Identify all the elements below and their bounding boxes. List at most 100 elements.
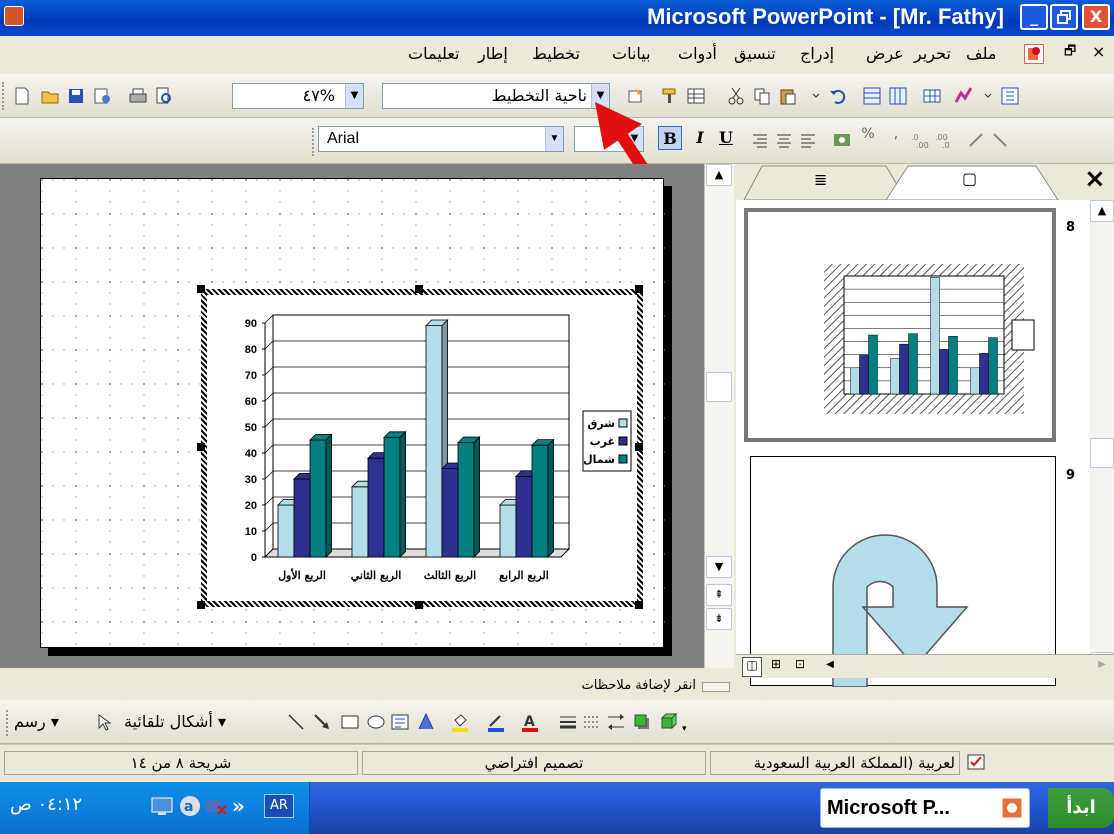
align-left-icon[interactable] [798, 130, 818, 150]
chevron-down-icon[interactable] [806, 86, 826, 106]
paste-icon[interactable] [778, 86, 798, 106]
align-right-icon[interactable] [750, 130, 770, 150]
show-hidden-icons[interactable]: » [232, 794, 245, 818]
menu-file[interactable]: ملف [966, 44, 996, 63]
angle-clockwise-icon[interactable] [990, 130, 1010, 150]
open-folder-icon[interactable] [40, 86, 60, 106]
menu-format[interactable]: تنسيق [734, 44, 776, 63]
underline-button[interactable]: U [714, 126, 738, 150]
select-objects-icon[interactable] [94, 712, 114, 732]
scroll-up-icon[interactable]: ▲ [1090, 200, 1114, 222]
scroll-thumb[interactable] [706, 372, 732, 402]
oval-tool-icon[interactable] [366, 712, 386, 732]
dash-style-icon[interactable] [582, 712, 602, 732]
increase-decimal-icon[interactable]: .0.00 [910, 130, 930, 150]
permission-icon[interactable] [92, 86, 112, 106]
notes-placeholder[interactable]: انقر لإضافة ملاحظات [582, 678, 696, 693]
currency-style-icon[interactable] [832, 130, 852, 150]
resize-handle[interactable] [415, 285, 423, 293]
toolbar-options-icon[interactable]: ▾ [682, 724, 690, 738]
resize-handle[interactable] [197, 443, 205, 451]
resize-handle[interactable] [635, 285, 643, 293]
menu-view[interactable]: عرض [866, 44, 904, 63]
close-document-icon[interactable]: × [1092, 42, 1105, 61]
align-center-icon[interactable] [774, 130, 794, 150]
new-document-icon[interactable] [12, 86, 32, 106]
cut-icon[interactable] [726, 86, 746, 106]
percent-style-button[interactable]: % [856, 126, 880, 150]
slideshow-icon[interactable]: ⊡ [790, 657, 810, 677]
chart-object-frame[interactable]: 0 10 20 30 40 50 60 70 80 90 الربع الأول الربع الثا… [201, 289, 643, 607]
decrease-decimal-icon[interactable]: .00.0 [934, 130, 954, 150]
scroll-down-icon[interactable]: ▼ [706, 556, 732, 578]
notes-resize-handle[interactable] [702, 682, 730, 692]
scroll-thumb[interactable] [1090, 438, 1114, 468]
taskbar-powerpoint-button[interactable]: Microsoft P... [820, 788, 1030, 828]
comma-style-button[interactable]: , [884, 126, 908, 150]
menu-help[interactable]: تعليمات [408, 44, 459, 63]
slide-thumbnail-9[interactable] [750, 456, 1056, 688]
notes-pane[interactable]: انقر لإضافة ملاحظات [0, 676, 734, 700]
scroll-up-icon[interactable]: ▲ [706, 164, 732, 186]
by-row-icon[interactable] [862, 86, 882, 106]
chevron-down-icon[interactable]: ▼ [545, 127, 563, 151]
by-column-icon[interactable] [888, 86, 908, 106]
arrow-tool-icon[interactable] [312, 712, 332, 732]
line-color-icon[interactable] [486, 712, 506, 732]
toolbar-grip[interactable] [2, 82, 6, 110]
tab-outline[interactable]: ≣ [814, 170, 827, 189]
scroll-right-icon[interactable]: ▶ [1092, 659, 1112, 675]
resize-handle[interactable] [197, 601, 205, 609]
font-combo[interactable]: Arial ▼ [318, 126, 564, 152]
previous-slide-icon[interactable]: ⇞ [706, 584, 732, 606]
rectangle-tool-icon[interactable] [340, 712, 360, 732]
wordart-icon[interactable] [416, 712, 436, 732]
chart-plot[interactable]: 0 10 20 30 40 50 60 70 80 90 الربع الأول الربع الثا… [207, 295, 637, 601]
draw-menu-button[interactable]: رسم ▾ [14, 712, 59, 731]
print-icon[interactable] [128, 86, 148, 106]
chevron-down-icon[interactable] [978, 86, 998, 106]
next-slide-icon[interactable]: ⇟ [706, 608, 732, 630]
print-preview-icon[interactable] [154, 86, 174, 106]
powerpoint-app-icon[interactable] [4, 6, 24, 26]
vertical-scrollbar[interactable]: ▲ ▼ ⇞ ⇟ [704, 164, 734, 668]
autoshapes-menu-button[interactable]: أشكال تلقائية ▾ [124, 712, 226, 731]
antivirus-icon[interactable]: a [178, 794, 202, 818]
slide-canvas[interactable]: 0 10 20 30 40 50 60 70 80 90 الربع الأول الربع الثا… [40, 178, 665, 649]
font-color-icon[interactable]: A [520, 712, 540, 732]
normal-view-icon[interactable]: ◫ [742, 657, 762, 677]
menu-window[interactable]: إطار [478, 44, 508, 63]
data-table-icon[interactable] [922, 86, 942, 106]
zoom-combo[interactable]: ٤٧% ▼ [232, 83, 364, 109]
chart-objects-combo[interactable]: ناحية التخطيط ▼ [382, 83, 610, 109]
undo-icon[interactable] [828, 86, 848, 106]
3d-style-icon[interactable] [658, 712, 678, 732]
arrow-style-icon[interactable] [606, 712, 626, 732]
toolbar-grip[interactable] [6, 710, 10, 736]
safely-remove-icon[interactable] [204, 794, 228, 818]
thumbnails-scrollbar[interactable]: ▲ ▼ [1090, 200, 1114, 678]
shadow-style-icon[interactable] [632, 712, 652, 732]
menu-edit[interactable]: تحرير [914, 44, 951, 63]
resize-handle[interactable] [635, 601, 643, 609]
restore-document-icon[interactable]: 🗗 [1064, 42, 1076, 64]
language-indicator[interactable]: AR [264, 794, 294, 818]
menu-tools[interactable]: أدوات [678, 44, 717, 63]
restore-button[interactable] [1050, 4, 1078, 30]
close-button[interactable]: X [1082, 4, 1110, 30]
text-box-icon[interactable] [390, 712, 410, 732]
chevron-down-icon[interactable]: ▼ [345, 84, 363, 108]
resize-handle[interactable] [635, 443, 643, 451]
angle-counterclockwise-icon[interactable] [966, 130, 986, 150]
save-icon[interactable] [66, 86, 86, 106]
menu-insert[interactable]: إدراج [800, 44, 834, 63]
start-button[interactable]: ابدأ [1048, 788, 1114, 828]
legend-icon[interactable] [1000, 86, 1020, 106]
network-icon[interactable] [150, 794, 174, 818]
line-tool-icon[interactable] [286, 712, 306, 732]
toolbar-grip[interactable] [312, 128, 316, 156]
document-icon[interactable] [1024, 44, 1044, 64]
menu-chart[interactable]: تخطيط [532, 44, 580, 63]
tab-slides[interactable]: ▢ [962, 169, 977, 188]
spelling-check-icon[interactable] [966, 753, 988, 773]
